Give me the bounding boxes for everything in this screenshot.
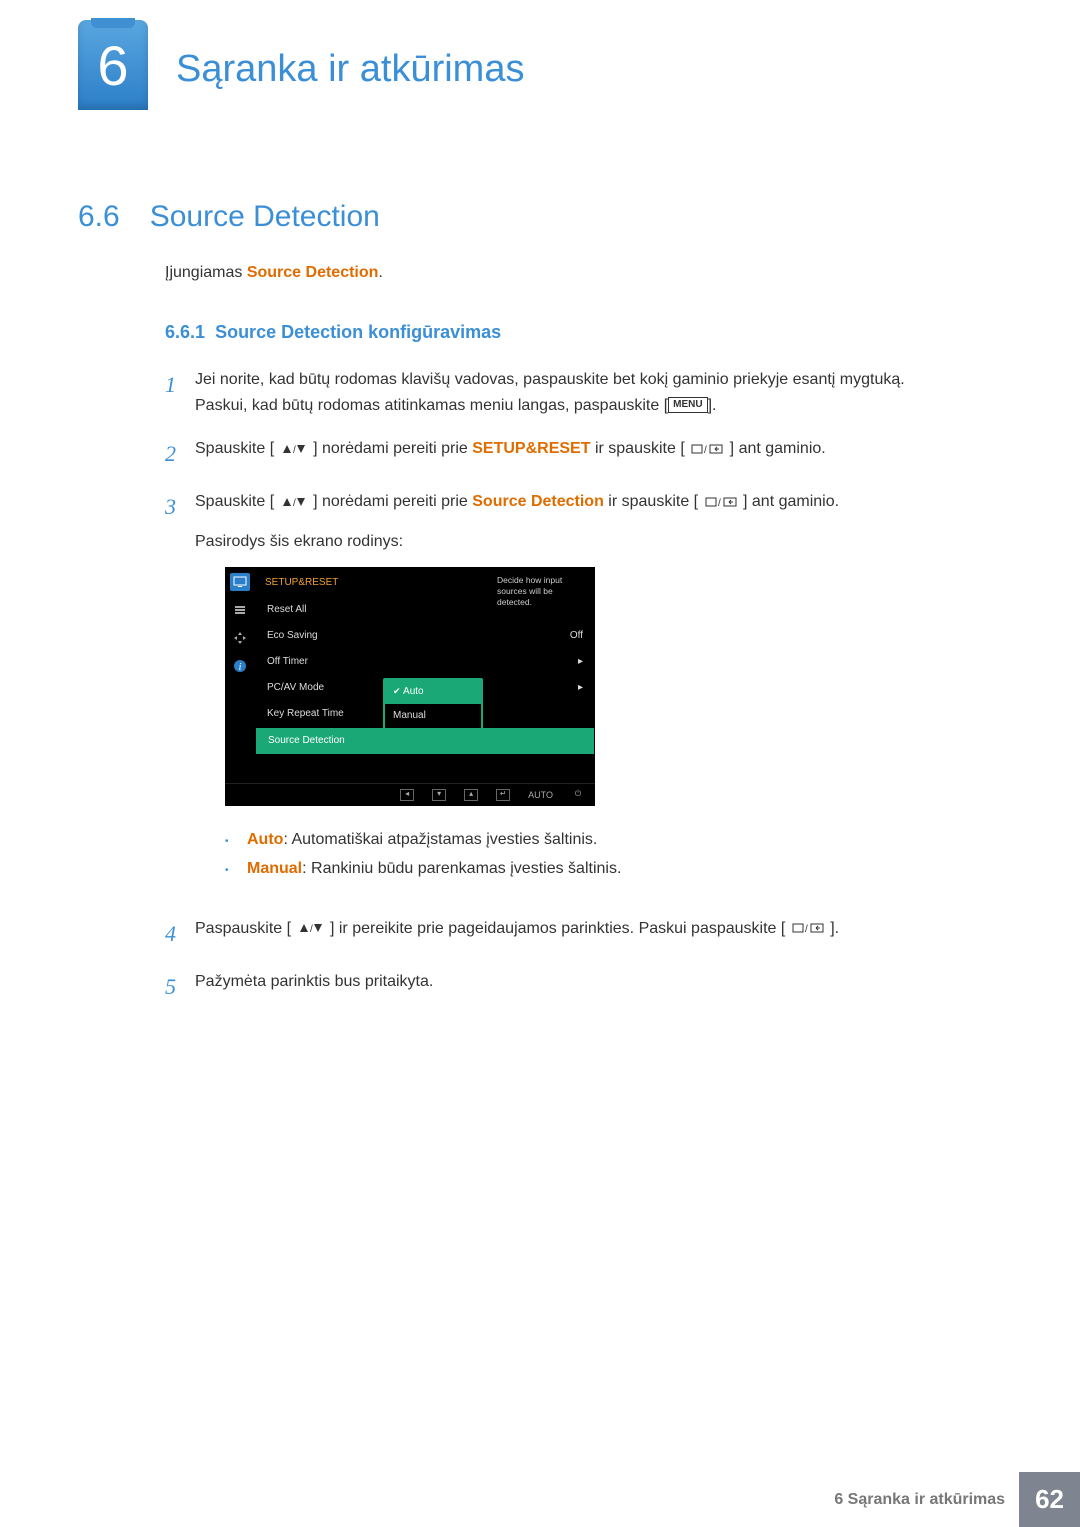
svg-text:/: / [293, 445, 296, 455]
up-down-icon: / [281, 496, 307, 508]
monitor-icon [230, 573, 250, 591]
list-icon [230, 601, 250, 619]
svg-text:/: / [704, 445, 707, 455]
enter-icon: ↵ [496, 789, 510, 801]
subsection-number: 6.6.1 [165, 322, 205, 342]
osd-main: SETUP&RESET Decide how input sources wil… [255, 567, 595, 783]
rect-enter-icon: / [691, 443, 723, 455]
intro-text: Įjungiamas Source Detection. [165, 264, 965, 282]
osd-popup-manual: Manual [385, 704, 481, 728]
osd-screenshot: i SETUP&RESET Decide how input sources w… [225, 567, 965, 806]
option-auto: Auto: Automatiškai atpažįstamas įvesties… [225, 826, 965, 855]
setup-reset-highlight: SETUP&RESET [472, 440, 590, 457]
up-icon: ▴ [464, 789, 478, 801]
options-list: Auto: Automatiškai atpažįstamas įvesties… [225, 826, 965, 884]
left-icon: ◂ [400, 789, 414, 801]
step-5: 5 Pažymėta parinktis bus pritaikyta. [165, 969, 965, 1004]
osd-help-text: Decide how input sources will be detecte… [497, 575, 587, 608]
osd-popup: Auto Manual [383, 678, 483, 730]
step-3: 3 Spauskite [ / ] norėdami pereiti prie … [165, 489, 965, 897]
menu-label-box: MENU [668, 397, 707, 413]
step-1: 1 Jei norite, kad būtų rodomas klavišų v… [165, 367, 965, 418]
svg-text:i: i [239, 662, 242, 673]
source-detection-highlight: Source Detection [472, 493, 604, 510]
svg-text:/: / [718, 498, 721, 508]
osd-row: Off Timer▸ [255, 649, 595, 675]
subsection-title: 6.6.1 Source Detection konfigūravimas [165, 322, 965, 343]
up-down-icon: / [298, 922, 324, 934]
page-number: 62 [1019, 1472, 1080, 1527]
step-2: 2 Spauskite [ / ] norėdami pereiti prie … [165, 436, 965, 471]
rect-enter-icon: / [705, 496, 737, 508]
auto-label: AUTO [528, 788, 553, 802]
section-title: 6.6 Source Detection [78, 200, 1080, 234]
section-number: 6.6 [78, 200, 120, 233]
chapter-number: 6 [97, 33, 128, 98]
svg-text:/: / [805, 924, 808, 934]
arrows-icon [230, 629, 250, 647]
osd-row: Eco SavingOff [255, 623, 595, 649]
osd-row-selected: Source Detection [256, 728, 594, 754]
up-down-icon: / [281, 443, 307, 455]
power-icon: ⏻ [571, 789, 585, 801]
chapter-badge: 6 [78, 20, 148, 110]
option-manual: Manual: Rankiniu būdu parenkamas įvestie… [225, 855, 965, 884]
rect-enter-icon: / [792, 922, 824, 934]
page-footer: 6 Sąranka ir atkūrimas 62 [834, 1472, 1080, 1527]
intro-highlight: Source Detection [247, 264, 379, 281]
section-name: Source Detection [150, 200, 380, 233]
osd-popup-auto: Auto [385, 680, 481, 704]
subsection-name: Source Detection konfigūravimas [215, 322, 501, 342]
osd-bottom-bar: ◂ ▾ ▴ ↵ AUTO ⏻ [225, 783, 595, 806]
down-icon: ▾ [432, 789, 446, 801]
info-icon: i [230, 657, 250, 675]
svg-text:/: / [293, 498, 296, 508]
page-header: 6 Sąranka ir atkūrimas [0, 0, 1080, 110]
footer-chapter-label: 6 Sąranka ir atkūrimas [834, 1491, 1005, 1509]
osd-sidebar: i [225, 567, 255, 783]
chapter-title: Sąranka ir atkūrimas [176, 48, 524, 91]
step-4: 4 Paspauskite [ / ] ir pereikite prie pa… [165, 916, 965, 951]
svg-text:/: / [310, 924, 313, 934]
steps-list: 1 Jei norite, kad būtų rodomas klavišų v… [165, 367, 965, 1004]
